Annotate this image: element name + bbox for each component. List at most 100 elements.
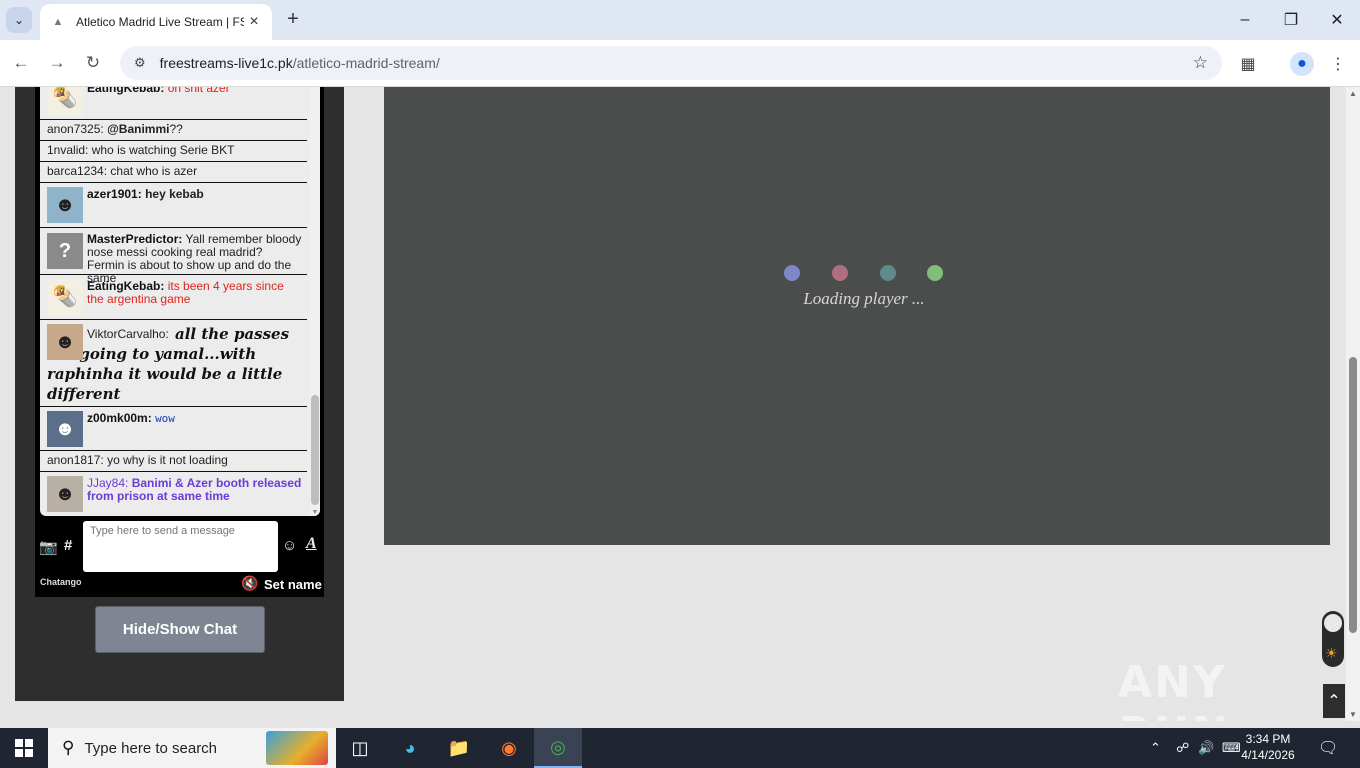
chat-username[interactable]: EatingKebab:: [87, 279, 164, 293]
chat-message-input[interactable]: [83, 521, 278, 572]
volume-icon[interactable]: 🔊: [1198, 728, 1214, 768]
reload-icon[interactable]: ↻: [80, 50, 106, 76]
chat-username[interactable]: JJay84:: [87, 476, 128, 490]
page-scrollbar[interactable]: ▲ ▼: [1346, 87, 1360, 721]
back-icon[interactable]: ←: [8, 50, 34, 76]
hide-show-chat-button[interactable]: Hide/Show Chat: [95, 606, 265, 653]
loading-dot: [832, 265, 848, 281]
system-clock[interactable]: 3:34 PM 4/14/2026: [1236, 731, 1300, 763]
file-explorer-icon[interactable]: 📁: [435, 728, 483, 768]
clock-date: 4/14/2026: [1241, 748, 1295, 762]
chat-username[interactable]: azer1901:: [87, 187, 142, 201]
chat-message: ☻ azer1901: hey kebab: [40, 183, 307, 228]
chatango-brand-link[interactable]: Chatango: [40, 577, 82, 587]
unknown-avatar-icon: ?: [47, 233, 83, 269]
chat-text: wow: [155, 412, 175, 425]
page-scrollbar-thumb[interactable]: [1349, 357, 1357, 633]
chat-username[interactable]: anon1817:: [47, 453, 104, 467]
loading-dot: [880, 265, 896, 281]
tab-strip: ⌄ ▲ Atletico Madrid Live Stream | FS × +…: [0, 0, 1360, 40]
new-tab-button[interactable]: +: [282, 8, 304, 30]
chat-message: ☻ ViktorCarvalho: all the passes are goi…: [40, 320, 307, 407]
chat-input-row: 📷 # ☺ A: [35, 520, 324, 576]
chat-message-list[interactable]: 🌯 EatingKebab: oh shit azer anon7325: @B…: [40, 87, 320, 516]
chat-username[interactable]: 1nvalid:: [47, 143, 88, 157]
chat-username[interactable]: MasterPredictor:: [87, 232, 182, 246]
emoji-icon[interactable]: ☺: [282, 537, 297, 554]
user-avatar-icon: ☻: [47, 476, 83, 512]
edge-icon[interactable]: ◕: [386, 728, 434, 768]
chat-message: barca1234: chat who is azer: [40, 162, 307, 183]
chat-text: oh shit azer: [167, 87, 230, 95]
kebab-avatar-icon: 🌯: [47, 279, 83, 315]
loading-dot: [927, 265, 943, 281]
chat-text: chat who is azer: [110, 164, 198, 178]
url-host: freestreams-live1c.pk: [159, 55, 293, 71]
tray-chevron-icon[interactable]: ⌃: [1150, 728, 1161, 768]
set-name-button[interactable]: Set name: [264, 577, 322, 592]
search-highlight-image: [266, 731, 328, 765]
page-content: 🌯 EatingKebab: oh shit azer anon7325: @B…: [0, 87, 1346, 721]
bookmark-star-icon[interactable]: ☆: [1193, 53, 1208, 73]
extensions-icon[interactable]: ▦: [1236, 52, 1260, 76]
video-player[interactable]: Loading player ...: [384, 87, 1330, 545]
close-window-button[interactable]: ✕: [1314, 6, 1360, 34]
chat-scrollbar-thumb[interactable]: [311, 395, 319, 505]
start-button[interactable]: [0, 728, 48, 768]
chat-text: all the passes are going to yamal...with…: [47, 325, 290, 403]
restore-button[interactable]: ❐: [1268, 6, 1314, 34]
tab-search-button[interactable]: ⌄: [6, 7, 32, 33]
chat-message: anon1817: yo why is it not loading: [40, 451, 307, 472]
text-format-button[interactable]: A: [306, 535, 317, 553]
kebab-avatar-icon: 🌯: [47, 87, 83, 116]
loading-player-text: Loading player ...: [803, 289, 925, 308]
profile-avatar-icon[interactable]: ●: [1290, 52, 1314, 76]
notifications-icon[interactable]: 🗨: [1318, 728, 1338, 768]
taskbar-search[interactable]: ⚲ Type here to search: [48, 728, 336, 768]
chat-text: who is watching Serie BKT: [91, 143, 235, 157]
chat-username[interactable]: barca1234:: [47, 164, 107, 178]
chat-scrollbar[interactable]: ▼: [310, 87, 320, 516]
chrome-icon[interactable]: ◎: [534, 728, 582, 768]
scroll-down-icon[interactable]: ▼: [1346, 710, 1360, 719]
chat-message: 🌯 EatingKebab: its been 4 years since th…: [40, 275, 307, 320]
url-path: /atletico-madrid-stream/: [292, 55, 440, 71]
task-view-icon[interactable]: ◫: [336, 728, 384, 768]
hashtag-button[interactable]: #: [64, 537, 72, 554]
network-icon[interactable]: ☍: [1176, 728, 1189, 768]
theme-toggle-knob[interactable]: [1324, 614, 1342, 632]
user-avatar-icon: ☻: [47, 324, 83, 360]
chat-username[interactable]: EatingKebab:: [87, 87, 164, 95]
chat-text: ??: [169, 122, 183, 136]
user-avatar-icon: ☻: [47, 187, 83, 223]
camera-icon[interactable]: 📷: [39, 538, 58, 556]
site-info-icon[interactable]: ⚙: [134, 55, 146, 71]
chat-mention[interactable]: @Banimmi: [107, 122, 169, 136]
tab-close-icon[interactable]: ×: [246, 13, 262, 31]
chat-message: ? MasterPredictor: Yall remember bloody …: [40, 228, 307, 285]
chat-scroll-down-icon[interactable]: ▼: [310, 509, 320, 516]
site-favicon-icon: ▲: [52, 16, 64, 28]
address-bar[interactable]: ⚙ freestreams-live1c.pk/atletico-madrid-…: [120, 46, 1222, 80]
windows-taskbar: ⚲ Type here to search ◫ ◕ 📁 ◉ ◎ ⌃ ☍ 🔊 ⌨ …: [0, 728, 1360, 768]
taskbar-search-placeholder: Type here to search: [84, 739, 218, 757]
clock-time: 3:34 PM: [1245, 732, 1291, 746]
browser-menu-icon[interactable]: ⋮: [1326, 52, 1350, 76]
search-icon: ⚲: [62, 738, 75, 757]
scroll-up-icon[interactable]: ▲: [1346, 89, 1360, 98]
forward-icon[interactable]: →: [44, 50, 70, 76]
chat-message: anon7325: @Banimmi??: [40, 120, 307, 141]
browser-tab-active[interactable]: ▲ Atletico Madrid Live Stream | FS ×: [40, 4, 272, 40]
chat-username[interactable]: anon7325:: [47, 122, 104, 136]
chatango-widget: 🌯 EatingKebab: oh shit azer anon7325: @B…: [35, 87, 324, 597]
chat-message: ☻ z00mk00m: wow: [40, 407, 307, 451]
minimize-button[interactable]: –: [1222, 6, 1268, 34]
chat-text-wrap: all the passes are going to yamal...with…: [47, 324, 303, 404]
chat-message: 1nvalid: who is watching Serie BKT: [40, 141, 307, 162]
firefox-icon[interactable]: ◉: [485, 728, 533, 768]
chat-username[interactable]: z00mk00m:: [87, 411, 152, 425]
chat-message: 🌯 EatingKebab: oh shit azer: [40, 87, 307, 120]
mute-icon[interactable]: 🔇: [241, 575, 258, 592]
windows-logo-icon: [15, 739, 33, 757]
tab-title: Atletico Madrid Live Stream | FS: [76, 15, 244, 29]
